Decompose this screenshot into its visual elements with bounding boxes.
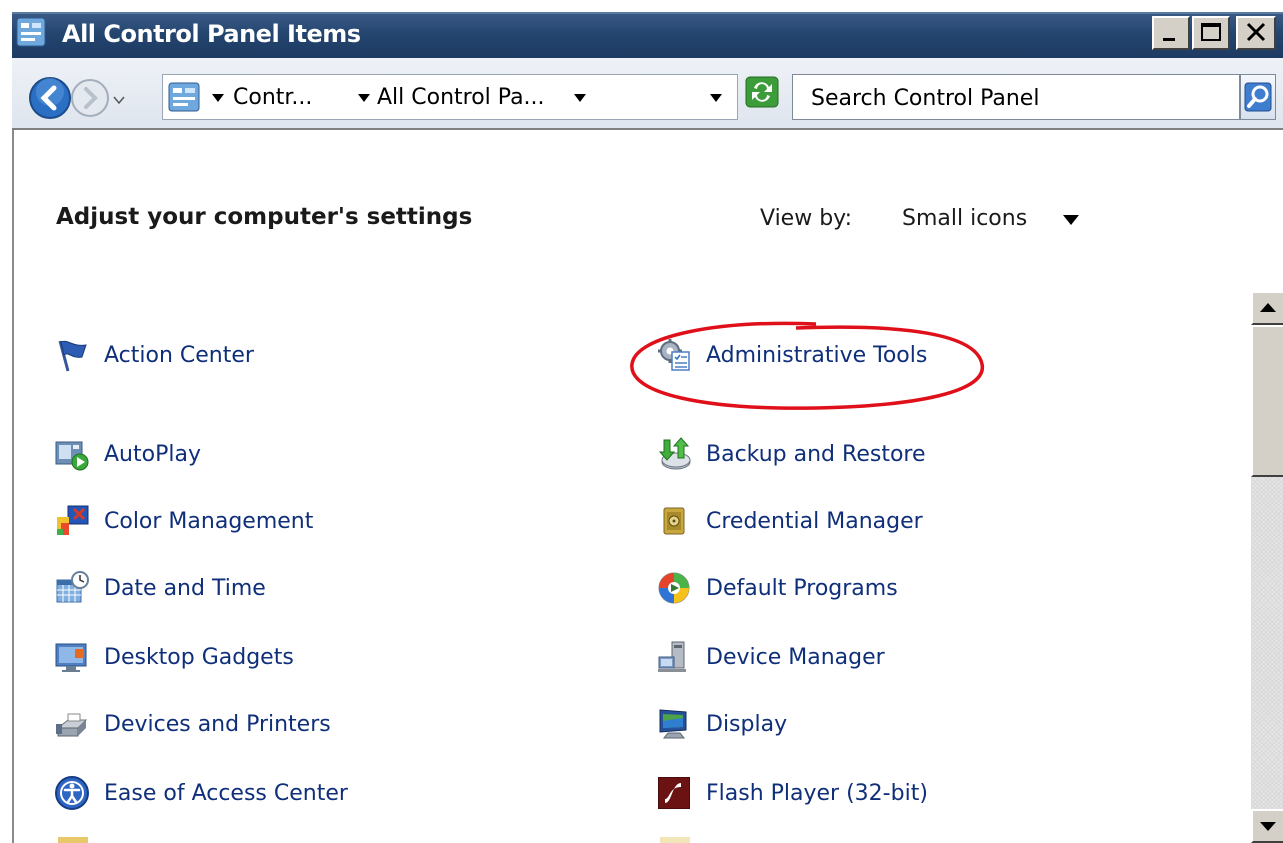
item-label: Ease of Access Center <box>104 780 348 806</box>
search-button[interactable] <box>1240 74 1276 120</box>
scroll-up-button[interactable] <box>1251 291 1283 325</box>
maximize-button[interactable] <box>1192 16 1230 50</box>
breadcrumb-item[interactable]: All Control Pa... <box>377 85 545 110</box>
item-label: Device Manager <box>706 644 885 670</box>
item-label: Credential Manager <box>706 508 923 534</box>
navigation-bar: Contr... All Control Pa... Search Contro… <box>12 58 1283 130</box>
item-date-and-time[interactable]: Date and Time <box>54 568 266 608</box>
close-button[interactable] <box>1236 16 1276 50</box>
view-by-dropdown-arrow-icon[interactable] <box>1062 214 1080 226</box>
printer-icon <box>56 713 88 737</box>
view-by-dropdown[interactable]: Small icons <box>902 206 1027 231</box>
search-placeholder: Search Control Panel <box>811 86 1040 111</box>
address-bar[interactable]: Contr... All Control Pa... <box>162 74 738 120</box>
breadcrumb-item[interactable]: Contr... <box>233 85 312 110</box>
minimize-icon <box>1163 38 1175 41</box>
item-flash-player[interactable]: Flash Player (32-bit) <box>656 773 928 813</box>
item-label: AutoPlay <box>104 441 201 467</box>
recent-pages-chevron-icon[interactable] <box>112 94 126 106</box>
vertical-scrollbar[interactable] <box>1251 291 1283 843</box>
breadcrumb-arrow-icon[interactable] <box>357 93 371 103</box>
scrollbar-thumb[interactable] <box>1251 325 1283 477</box>
item-action-center[interactable]: Action Center <box>54 335 254 375</box>
item-administrative-tools[interactable]: Administrative Tools <box>656 335 927 375</box>
ease-of-access-icon <box>55 776 89 810</box>
item-label: Color Management <box>104 508 314 534</box>
item-label: Flash Player (32-bit) <box>706 780 928 806</box>
calendar-clock-icon <box>56 571 89 603</box>
color-management-icon <box>57 505 89 535</box>
partial-item-icon <box>660 837 690 843</box>
partial-item-icon <box>58 837 88 843</box>
title-bar: All Control Panel Items <box>0 0 1283 58</box>
item-label: Date and Time <box>104 575 266 601</box>
credential-vault-icon <box>663 507 685 535</box>
item-autoplay[interactable]: AutoPlay <box>54 434 201 474</box>
scroll-up-arrow-icon <box>1260 303 1276 312</box>
back-button[interactable] <box>28 76 72 120</box>
item-desktop-gadgets[interactable]: Desktop Gadgets <box>54 637 294 677</box>
item-ease-of-access-center[interactable]: Ease of Access Center <box>54 773 348 813</box>
item-devices-and-printers[interactable]: Devices and Printers <box>54 704 331 744</box>
search-icon <box>1244 82 1272 112</box>
admin-tools-icon <box>658 339 690 371</box>
item-device-manager[interactable]: Device Manager <box>656 637 885 677</box>
minimize-button[interactable] <box>1152 16 1190 50</box>
address-history-dropdown-icon[interactable] <box>709 93 723 103</box>
breadcrumb-arrow-icon[interactable] <box>211 93 225 103</box>
flag-icon <box>58 340 87 372</box>
flash-player-icon <box>658 777 690 809</box>
default-programs-icon <box>658 572 690 604</box>
item-label: Backup and Restore <box>706 441 926 467</box>
item-label: Administrative Tools <box>706 342 928 368</box>
item-label: Default Programs <box>706 575 898 601</box>
search-input[interactable]: Search Control Panel <box>792 74 1240 120</box>
item-backup-and-restore[interactable]: Backup and Restore <box>656 434 926 474</box>
item-credential-manager[interactable]: Credential Manager <box>656 501 923 541</box>
forward-button[interactable] <box>70 78 110 118</box>
item-color-management[interactable]: Color Management <box>54 501 313 541</box>
window-title: All Control Panel Items <box>62 20 361 48</box>
refresh-button[interactable] <box>745 76 779 108</box>
maximize-icon <box>1201 23 1221 41</box>
scroll-down-button[interactable] <box>1251 809 1283 843</box>
item-label: Display <box>706 711 788 737</box>
control-panel-icon <box>16 17 46 47</box>
page-heading: Adjust your computer's settings <box>56 204 473 230</box>
desktop-gadgets-icon <box>55 643 87 672</box>
display-monitor-icon <box>659 709 687 739</box>
item-default-programs[interactable]: Default Programs <box>656 568 898 608</box>
autoplay-icon <box>55 441 89 471</box>
close-icon <box>1246 22 1266 42</box>
item-label: Action Center <box>104 342 254 368</box>
item-label: Desktop Gadgets <box>104 644 294 670</box>
device-manager-icon <box>658 641 686 672</box>
backup-icon <box>658 437 691 470</box>
control-panel-icon <box>168 82 200 112</box>
item-label: Devices and Printers <box>104 711 331 737</box>
view-by-label: View by: <box>760 206 852 231</box>
item-display[interactable]: Display <box>656 704 787 744</box>
breadcrumb-arrow-icon[interactable] <box>573 93 587 103</box>
scroll-down-arrow-icon <box>1260 822 1276 831</box>
content-area: Adjust your computer's settings View by:… <box>12 130 1283 843</box>
